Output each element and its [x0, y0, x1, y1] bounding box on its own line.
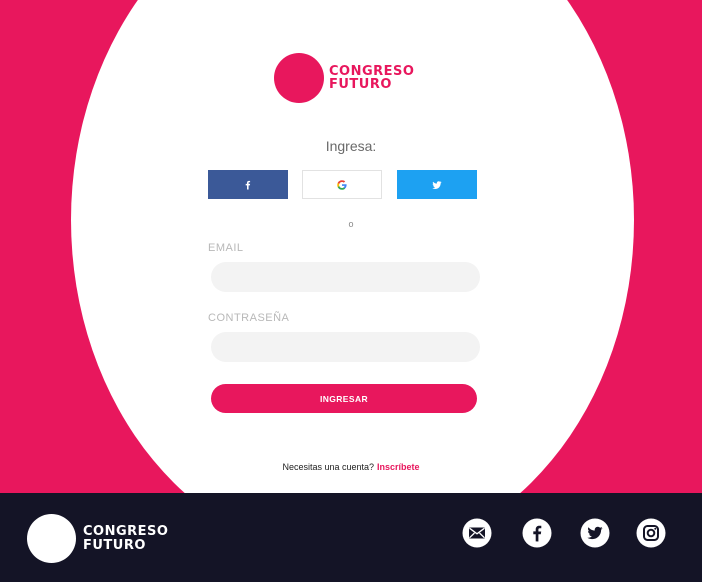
logo-wordmark: CONGRESO FUTURO	[329, 65, 414, 91]
signup-row: Necesitas una cuenta? Inscríbete	[0, 462, 702, 472]
facebook-icon[interactable]	[522, 518, 552, 548]
brand-logo: CONGRESO FUTURO	[274, 53, 414, 103]
email-field[interactable]	[211, 262, 480, 292]
footer-logo: CONGRESO FUTURO	[27, 514, 168, 563]
footer-logo-mark	[27, 514, 76, 563]
logo-line-2: FUTURO	[329, 77, 392, 92]
footer-wordmark: CONGRESO FUTURO	[83, 523, 169, 553]
email-label: EMAIL	[208, 242, 244, 254]
facebook-login-button[interactable]	[208, 170, 288, 199]
facebook-icon	[245, 180, 251, 189]
mail-icon[interactable]	[462, 518, 492, 548]
logo-mark	[274, 53, 324, 103]
separator-text: o	[348, 219, 354, 229]
signup-prompt: Necesitas una cuenta?	[282, 462, 375, 472]
twitter-icon[interactable]	[580, 518, 610, 548]
signup-link[interactable]: Inscríbete	[377, 462, 420, 472]
login-heading: Ingresa:	[325, 138, 377, 154]
google-icon	[337, 179, 347, 190]
twitter-icon	[432, 180, 442, 189]
login-stage: CONGRESO FUTURO Ingresa: o EMAIL CONTRAS…	[0, 0, 702, 493]
footer-logo-line-1: CONGRESO	[83, 523, 169, 539]
login-submit-button[interactable]: INGRESAR	[211, 384, 477, 413]
twitter-login-button[interactable]	[397, 170, 477, 199]
footer-logo-line-2: FUTURO	[83, 537, 146, 553]
site-footer: CONGRESO FUTURO	[0, 493, 702, 582]
google-login-button[interactable]	[302, 170, 382, 199]
instagram-icon[interactable]	[636, 518, 666, 548]
password-field[interactable]	[211, 332, 480, 362]
password-label: CONTRASEÑA	[208, 312, 290, 324]
